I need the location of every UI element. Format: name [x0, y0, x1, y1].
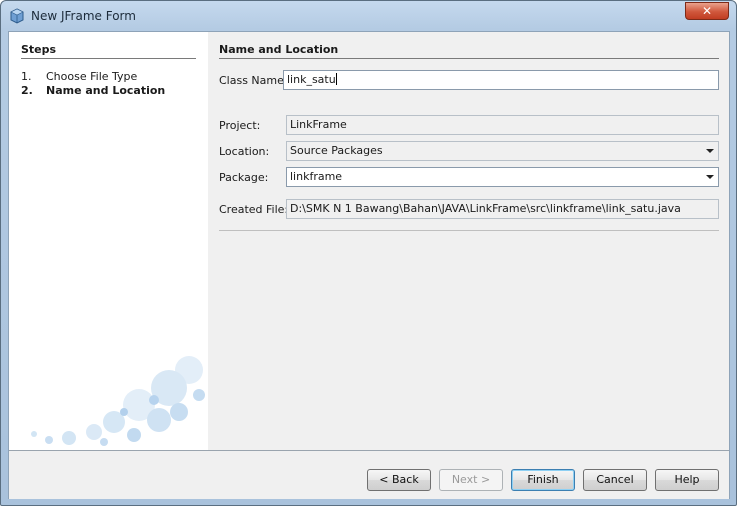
- text-caret: [335, 73, 337, 85]
- dialog-window: New JFrame Form ✕ Steps 1. Choose File Ty…: [0, 0, 737, 506]
- cancel-button[interactable]: Cancel: [583, 469, 647, 491]
- location-value: Source Packages: [290, 144, 383, 157]
- project-field: LinkFrame: [286, 115, 719, 135]
- class-name-value: link_satu: [287, 73, 336, 86]
- package-combobox[interactable]: linkframe: [286, 167, 719, 187]
- project-label: Project:: [219, 119, 261, 132]
- section-divider: [219, 58, 719, 59]
- package-label: Package:: [219, 171, 269, 184]
- title-bar[interactable]: New JFrame Form ✕: [1, 1, 736, 31]
- location-label: Location:: [219, 145, 270, 158]
- step-choose-file-type: 1. Choose File Type: [21, 70, 137, 83]
- section-title: Name and Location: [219, 43, 339, 56]
- step-name-and-location: 2. Name and Location: [21, 84, 165, 97]
- created-file-label: Created File:: [219, 203, 289, 216]
- project-value: LinkFrame: [290, 118, 347, 131]
- package-value: linkframe: [290, 170, 343, 183]
- step-number: 1.: [21, 70, 32, 83]
- close-button[interactable]: ✕: [685, 2, 729, 20]
- button-bar: < Back Next > Finish Cancel Help: [9, 450, 729, 499]
- chevron-down-icon[interactable]: [706, 175, 714, 179]
- help-button[interactable]: Help: [655, 469, 719, 491]
- next-button[interactable]: Next >: [439, 469, 503, 491]
- main-panel: Name and Location Class Name: link_satu …: [208, 32, 729, 450]
- location-select[interactable]: Source Packages: [286, 141, 719, 161]
- window-title: New JFrame Form: [31, 9, 136, 23]
- netbeans-cube-icon: [10, 8, 24, 24]
- step-label: Name and Location: [46, 84, 166, 97]
- steps-panel: Steps 1. Choose File Type 2. Name and Loca…: [9, 32, 209, 450]
- created-file-value: D:\SMK N 1 Bawang\Bahan\JAVA\LinkFrame\s…: [290, 202, 681, 215]
- dialog-content: Steps 1. Choose File Type 2. Name and Loca…: [8, 31, 730, 499]
- form-bottom-divider: [219, 230, 719, 231]
- step-label: Choose File Type: [46, 70, 138, 83]
- steps-heading: Steps: [21, 43, 57, 56]
- close-icon: ✕: [701, 4, 713, 18]
- decorative-bubbles-graphic: [31, 356, 205, 446]
- class-name-input[interactable]: link_satu: [283, 70, 719, 90]
- chevron-down-icon[interactable]: [706, 149, 714, 153]
- back-button[interactable]: < Back: [367, 469, 431, 491]
- step-number: 2.: [21, 84, 33, 97]
- created-file-field: D:\SMK N 1 Bawang\Bahan\JAVA\LinkFrame\s…: [286, 199, 719, 219]
- class-name-label: Class Name:: [219, 74, 288, 87]
- steps-divider: [21, 58, 196, 59]
- finish-button[interactable]: Finish: [511, 469, 575, 491]
